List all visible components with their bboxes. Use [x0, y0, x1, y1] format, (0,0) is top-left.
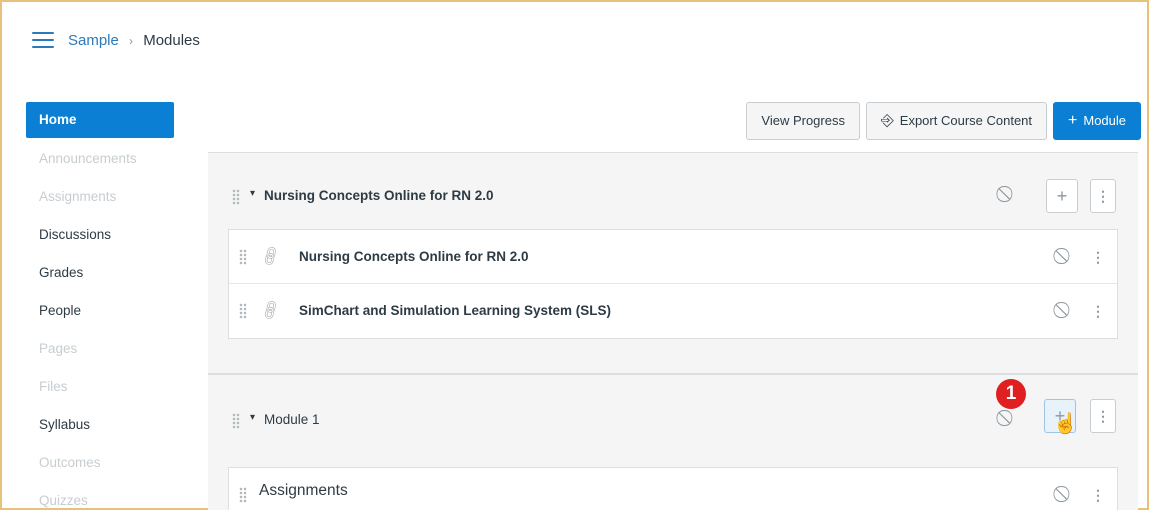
- collapse-toggle-icon[interactable]: ▾: [250, 412, 255, 423]
- hamburger-menu-icon[interactable]: [32, 32, 54, 50]
- module-card: ▾ Nursing Concepts Online for RN 2.0 ⃠ +…: [208, 152, 1138, 374]
- add-item-button[interactable]: +: [1046, 179, 1078, 213]
- module-item-title[interactable]: Nursing Concepts Online for RN 2.0: [299, 249, 529, 264]
- course-navigation: Home Announcements Assignments Discussio…: [26, 102, 174, 510]
- nav-item-discussions[interactable]: Discussions: [26, 216, 174, 254]
- add-module-button[interactable]: + Module: [1053, 102, 1141, 140]
- drag-handle-icon[interactable]: [239, 303, 247, 319]
- module-title[interactable]: Nursing Concepts Online for RN 2.0: [264, 188, 494, 203]
- modules-toolbar: View Progress ⎆ Export Course Content + …: [746, 102, 1141, 140]
- collapse-toggle-icon[interactable]: ▾: [250, 188, 255, 199]
- nav-item-grades[interactable]: Grades: [26, 254, 174, 292]
- drag-handle-icon[interactable]: [239, 487, 247, 503]
- nav-item-people[interactable]: People: [26, 292, 174, 330]
- unpublished-icon[interactable]: ⃠: [998, 409, 1018, 429]
- nav-item-assignments[interactable]: Assignments: [26, 178, 174, 216]
- nav-item-announcements[interactable]: Announcements: [26, 140, 174, 178]
- kebab-icon: ⋮: [1096, 408, 1110, 424]
- nav-item-outcomes[interactable]: Outcomes: [26, 444, 174, 482]
- header: Sample › Modules: [2, 2, 1147, 82]
- module-item: 🔗︎ SimChart and Simulation Learning Syst…: [229, 284, 1117, 338]
- kebab-icon: ⋮: [1096, 188, 1110, 204]
- breadcrumb-current: Modules: [143, 32, 200, 49]
- plus-icon: +: [1056, 186, 1068, 206]
- link-icon: 🔗︎: [258, 244, 284, 269]
- module-options-button[interactable]: ⋮: [1090, 399, 1116, 433]
- nav-item-pages[interactable]: Pages: [26, 330, 174, 368]
- module-items: Assignments ⃠ ⋮: [228, 467, 1118, 510]
- step-badge: 1: [996, 379, 1026, 409]
- module-item: Assignments ⃠ ⋮: [229, 468, 1117, 510]
- module-header: ▾ Module 1 ⃠ + ⋮ 1 ☝: [208, 379, 1138, 443]
- module-item-title[interactable]: Assignments: [259, 482, 348, 500]
- module-item: 🔗︎ Nursing Concepts Online for RN 2.0 ⃠ …: [229, 230, 1117, 284]
- drag-handle-icon[interactable]: [232, 413, 240, 429]
- view-progress-label: View Progress: [761, 113, 845, 128]
- module-items: 🔗︎ Nursing Concepts Online for RN 2.0 ⃠ …: [228, 229, 1118, 339]
- unpublished-icon[interactable]: ⃠: [998, 185, 1018, 205]
- hand-cursor-icon: ☝: [1053, 413, 1078, 435]
- nav-item-home[interactable]: Home: [26, 102, 174, 138]
- kebab-icon[interactable]: ⋮: [1091, 301, 1105, 321]
- plus-icon: +: [1068, 112, 1078, 129]
- nav-item-syllabus[interactable]: Syllabus: [26, 406, 174, 444]
- unpublished-icon[interactable]: ⃠: [1055, 485, 1075, 505]
- unpublished-icon[interactable]: ⃠: [1055, 247, 1075, 267]
- export-course-content-button[interactable]: ⎆ Export Course Content: [865, 102, 1048, 140]
- module-header: ▾ Nursing Concepts Online for RN 2.0 ⃠ +…: [208, 175, 1138, 219]
- nav-item-quizzes[interactable]: Quizzes: [26, 482, 174, 510]
- module-card: ▾ Module 1 ⃠ + ⋮ 1 ☝ Assignments ⃠ ⋮: [208, 374, 1138, 510]
- nav-item-files[interactable]: Files: [26, 368, 174, 406]
- breadcrumb-separator-icon: ›: [129, 34, 134, 48]
- export-course-content-label: Export Course Content: [899, 113, 1033, 128]
- drag-handle-icon[interactable]: [239, 249, 247, 265]
- modules-list: ▾ Nursing Concepts Online for RN 2.0 ⃠ +…: [208, 152, 1138, 510]
- module-item-title[interactable]: SimChart and Simulation Learning System …: [299, 303, 611, 318]
- unpublished-icon[interactable]: ⃠: [1055, 301, 1075, 321]
- module-options-button[interactable]: ⋮: [1090, 179, 1116, 213]
- breadcrumb: Sample › Modules: [68, 32, 200, 49]
- module-title[interactable]: Module 1: [264, 412, 320, 427]
- kebab-icon[interactable]: ⋮: [1091, 247, 1105, 267]
- kebab-icon[interactable]: ⋮: [1091, 485, 1105, 505]
- add-module-label: Module: [1083, 113, 1126, 128]
- link-icon: 🔗︎: [258, 298, 284, 323]
- view-progress-button[interactable]: View Progress: [746, 102, 860, 140]
- export-icon: ⎆: [880, 112, 894, 129]
- breadcrumb-course-link[interactable]: Sample: [68, 32, 119, 49]
- drag-handle-icon[interactable]: [232, 189, 240, 205]
